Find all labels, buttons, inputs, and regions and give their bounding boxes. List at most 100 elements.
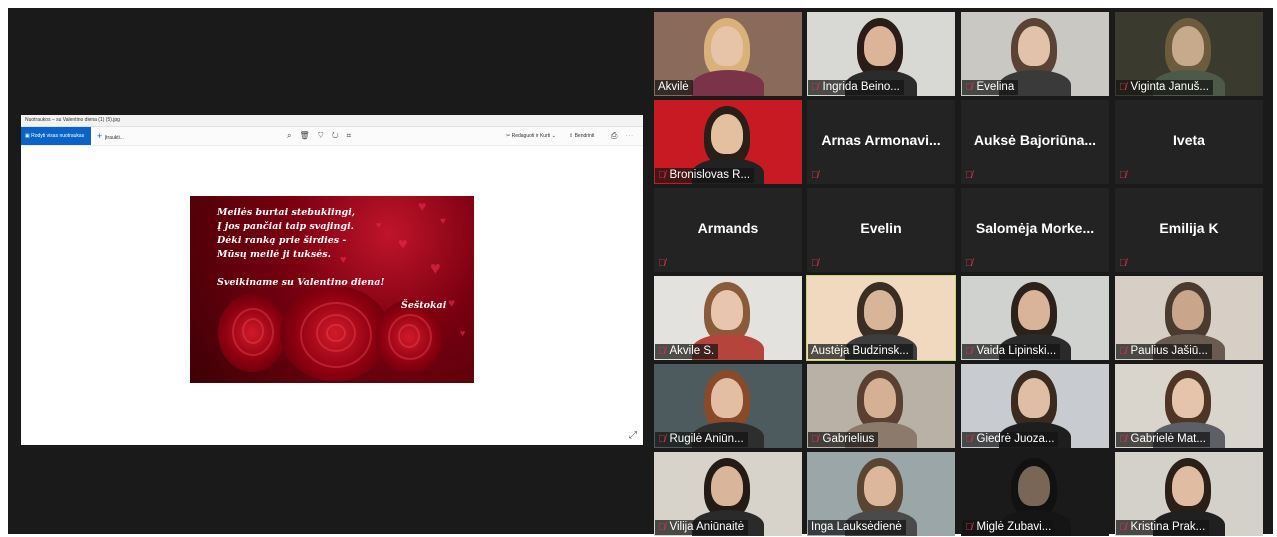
participant-name: Gabrielė Mat... [1130,433,1206,445]
muted-mic-icon: 🎙̸ [965,258,973,269]
shared-screen-window: Nuotraukos – su Valentino diena (1) (5).… [21,115,643,445]
participant-name: Akvile S. [669,345,715,357]
muted-mic-icon: 🎙̸ [811,434,819,445]
chevron-down-icon: ⌄ [550,133,556,139]
participant-name-label: 🎙̸ Giedrė Juoza... [962,432,1059,447]
participant-name: Giedrė Juoza... [976,433,1055,445]
more-options-icon[interactable]: ⋯ [625,131,641,140]
participant-face [711,290,743,330]
muted-mic-icon: 🎙̸ [658,258,666,269]
participant-name-label: 🎙̸ Vaida Lipinski... [962,344,1061,359]
participant-name: Evelina [976,81,1015,93]
participant-face [864,466,896,506]
poem-line: Į jos pančiai taip svajingi. [217,221,354,232]
more-icons: ⎙⋯ [611,127,641,145]
muted-mic-icon: 🎙̸ [658,170,666,181]
participant-name: Rugilė Aniūn... [669,433,744,445]
participant-name-label: 🎙̸ Vilija Aniūnaitė [655,520,749,535]
participant-tile[interactable]: 🎙̸ Miglė Zubavi... [961,452,1109,536]
participant-tile[interactable]: Inga Lauksėdienė [807,452,955,536]
participant-tile[interactable]: 🎙̸ Giedrė Juoza... [961,364,1109,448]
participant-tile[interactable]: Salomėja Morke... 🎙̸ [961,188,1109,272]
meeting-stage: Nuotraukos – su Valentino diena (1) (5).… [8,8,1273,536]
share-button[interactable]: ⇪ Bendrinti [569,127,594,145]
participant-tile[interactable]: 🎙̸ Gabrielė Mat... [1115,364,1263,448]
participant-tile[interactable]: 🎙̸ Kristina Prak... [1115,452,1263,536]
participant-face [1172,26,1204,66]
participant-tile[interactable]: 🎙̸ Gabrielius [807,364,955,448]
participant-tile[interactable]: Evelin 🎙̸ [807,188,955,272]
muted-mic-icon: 🎙̸ [811,258,819,269]
participant-tile[interactable]: Iveta 🎙̸ [1115,100,1263,184]
participant-tile[interactable]: 🎙̸ Vaida Lipinski... [961,276,1109,360]
participant-tile[interactable]: Auksė Bajoriūna... 🎙̸ [961,100,1109,184]
participant-tile[interactable]: 🎙̸ Akvile S. [654,276,802,360]
participant-name: Iveta [1173,132,1205,148]
participant-tile[interactable]: Arnas Armonavi... 🎙̸ [807,100,955,184]
muted-mic-icon: 🎙̸ [965,82,973,93]
muted-mic-icon: 🎙̸ [658,522,666,533]
participant-name: Vilija Aniūnaitė [669,521,745,533]
participant-name: Inga Lauksėdienė [811,521,902,533]
participant-name: Paulius Jašiū... [1130,345,1208,357]
participant-name-label: 🎙̸ Gabrielius [808,432,879,447]
participant-name: Emilija K [1159,220,1219,236]
participant-tile[interactable]: 🎙̸ Viginta Januš... [1115,12,1263,96]
muted-mic-icon: 🎙̸ [658,346,666,357]
participant-tile[interactable]: 🎙̸ Bronislovas R... [654,100,802,184]
participant-face [864,26,896,66]
participant-tile[interactable]: 🎙̸ Paulius Jašiū... [1115,276,1263,360]
participant-name: Salomėja Morke... [975,220,1095,236]
participant-tile[interactable]: 🎙̸ Rugilė Aniūn... [654,364,802,448]
print-icon[interactable]: ⎙ [611,131,625,140]
participant-name: Kristina Prak... [1130,521,1206,533]
plus-icon: + [97,131,105,141]
participant-name: Ingrida Beino... [822,81,900,93]
participant-face [864,290,896,330]
participant-name: Evelin [860,220,902,236]
participant-name-label: Inga Lauksėdienė [808,520,906,535]
card-greeting: Sveikiname su Valentino diena! [217,277,385,288]
heart-icon: ♥ [460,328,466,338]
muted-mic-icon: 🎙̸ [811,170,819,181]
zoom-icon[interactable]: ⌕ [287,131,299,140]
muted-mic-icon: 🎙̸ [1119,434,1127,445]
participant-name-label: 🎙̸ Paulius Jašiū... [1116,344,1212,359]
edit-label: Redaguoti ir Kurti [511,133,551,139]
favorite-icon[interactable]: ♡ [318,131,332,140]
participant-tile[interactable]: Armands 🎙̸ [654,188,802,272]
viewer-action-icons: ⌕🗑♡↻⌗ [287,127,359,145]
participant-tile[interactable]: 🎙̸ Evelina [961,12,1109,96]
participant-tile[interactable]: Austėja Budzinsk... [806,275,956,361]
participant-face [1172,466,1204,506]
window-title: Nuotraukos – su Valentino diena (1) (5).… [21,115,643,127]
muted-mic-icon: 🎙̸ [811,82,819,93]
participant-name-label: 🎙̸ Akvile S. [655,344,719,359]
poem-line: Mūsų meilė ji tuksės. [217,249,331,260]
participant-tile[interactable]: Emilija K 🎙̸ [1115,188,1263,272]
muted-mic-icon: 🎙̸ [1119,170,1127,181]
rotate-icon[interactable]: ↻ [332,131,347,140]
participant-face [1018,378,1050,418]
participant-face [1172,378,1204,418]
expand-icon[interactable]: ⤢ [629,430,637,441]
muted-mic-icon: 🎙̸ [965,434,973,445]
participant-name: Austėja Budzinsk... [811,345,909,357]
edit-create-button[interactable]: ✂ Redaguoti ir Kurti ⌄ [506,127,556,145]
crop-icon[interactable]: ⌗ [347,131,360,140]
participant-tile[interactable]: Akvilė [654,12,802,96]
participant-face [711,378,743,418]
participant-face [711,114,743,154]
poem-line: Meilės burtai stebuklingi, [217,207,356,218]
participant-name-label: Austėja Budzinsk... [808,344,913,359]
participant-tile[interactable]: 🎙̸ Ingrida Beino... [807,12,955,96]
view-all-photos-button[interactable]: ▣ Rodyti visas nuotraukas [21,127,91,145]
muted-mic-icon: 🎙̸ [965,170,973,181]
muted-mic-icon: 🎙̸ [1119,346,1127,357]
delete-icon[interactable]: 🗑 [299,131,317,140]
muted-mic-icon: 🎙̸ [1119,258,1127,269]
muted-mic-icon: 🎙̸ [965,346,973,357]
muted-mic-icon: 🎙̸ [1119,82,1127,93]
add-button[interactable]: + Įtraukti... [97,127,124,147]
participant-tile[interactable]: 🎙̸ Vilija Aniūnaitė [654,452,802,536]
